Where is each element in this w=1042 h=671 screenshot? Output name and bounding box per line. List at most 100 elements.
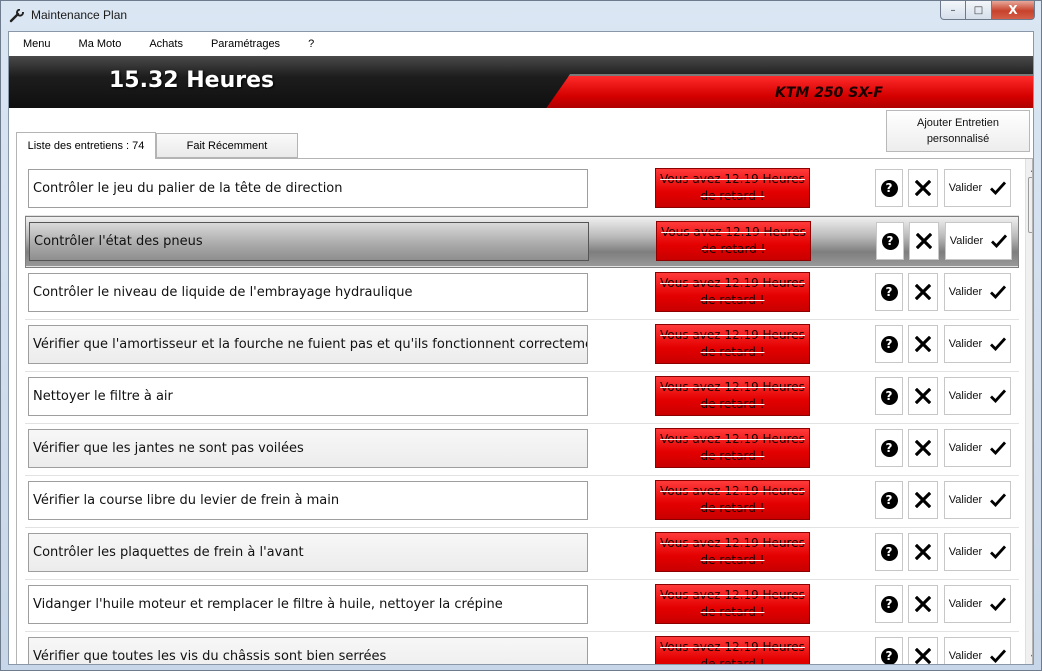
- validate-button[interactable]: Valider: [944, 377, 1011, 415]
- help-button[interactable]: ?: [875, 533, 903, 571]
- validate-button[interactable]: Valider: [944, 481, 1011, 519]
- overdue-text-line1: Vous avez 12.19 Heures: [660, 328, 805, 342]
- help-button[interactable]: ?: [875, 169, 903, 207]
- window-controls: – □ X: [940, 1, 1035, 21]
- menu-item-help[interactable]: ?: [294, 32, 328, 56]
- overdue-text-line2: de retard !: [700, 449, 765, 463]
- dismiss-button[interactable]: [908, 273, 938, 311]
- scroll-down-icon[interactable]: ▼: [1026, 649, 1032, 664]
- window-title: Maintenance Plan: [31, 8, 128, 22]
- validate-button[interactable]: Valider: [944, 585, 1011, 623]
- check-icon: [991, 234, 1008, 248]
- dismiss-button[interactable]: [908, 429, 938, 467]
- validate-label: Valider: [948, 494, 983, 506]
- overdue-text-line2: de retard !: [700, 501, 765, 515]
- scroll-up-icon[interactable]: ▲: [1026, 160, 1032, 176]
- overdue-text-line1: Vous avez 12.19 Heures: [660, 640, 805, 654]
- overdue-text-line1: Vous avez 12.19 Heures: [660, 432, 805, 446]
- table-row[interactable]: Contrôler le niveau de liquide de l'embr…: [25, 268, 1019, 320]
- check-icon: [990, 441, 1007, 455]
- overdue-text-line1: Vous avez 12.19 Heures: [660, 536, 805, 550]
- check-icon: [990, 493, 1007, 507]
- dismiss-button[interactable]: [908, 637, 938, 664]
- overdue-badge: Vous avez 12.19 Heures de retard !: [656, 221, 811, 261]
- question-icon: ?: [880, 335, 898, 353]
- validate-label: Valider: [948, 650, 983, 662]
- overdue-badge: Vous avez 12.19 Heures de retard !: [655, 376, 810, 416]
- validate-button[interactable]: Valider: [944, 169, 1011, 207]
- help-button[interactable]: ?: [876, 222, 904, 260]
- add-button-line1: Ajouter Entretien: [917, 117, 999, 129]
- help-button[interactable]: ?: [875, 585, 903, 623]
- overdue-text-line2: de retard !: [700, 345, 765, 359]
- validate-label: Valider: [948, 546, 983, 558]
- menu-item-menu[interactable]: Menu: [9, 32, 65, 56]
- tab-recently-done[interactable]: Fait Récemment: [156, 133, 298, 158]
- scroll-thumb[interactable]: [1028, 177, 1032, 233]
- menu-item-ma-moto[interactable]: Ma Moto: [65, 32, 136, 56]
- table-row[interactable]: Contrôler le jeu du palier de la tête de…: [25, 164, 1019, 216]
- dismiss-button[interactable]: [908, 585, 938, 623]
- menu-bar: Menu Ma Moto Achats Paramétrages ?: [9, 32, 1033, 56]
- dismiss-button[interactable]: [908, 533, 938, 571]
- help-button[interactable]: ?: [875, 429, 903, 467]
- app-window: Maintenance Plan – □ X Menu Ma Moto Acha…: [0, 0, 1042, 671]
- close-icon: [915, 336, 931, 352]
- help-button[interactable]: ?: [875, 481, 903, 519]
- help-button[interactable]: ?: [875, 273, 903, 311]
- table-row[interactable]: Vérifier que l'amortisseur et la fourche…: [25, 320, 1019, 372]
- help-button[interactable]: ?: [875, 325, 903, 363]
- add-custom-maintenance-button[interactable]: Ajouter Entretien personnalisé: [886, 110, 1030, 152]
- validate-button[interactable]: Valider: [944, 325, 1011, 363]
- table-row[interactable]: Vérifier que les jantes ne sont pas voil…: [25, 424, 1019, 476]
- overdue-text-line2: de retard !: [700, 397, 765, 411]
- validate-label: Valider: [948, 338, 983, 350]
- dismiss-button[interactable]: [908, 377, 938, 415]
- table-row[interactable]: Vidanger l'huile moteur et remplacer le …: [25, 580, 1019, 632]
- menu-item-parametrages[interactable]: Paramétrages: [197, 32, 294, 56]
- dismiss-button[interactable]: [909, 222, 939, 260]
- validate-label: Valider: [948, 182, 983, 194]
- question-icon: ?: [880, 595, 898, 613]
- check-icon: [990, 181, 1007, 195]
- vertical-scrollbar[interactable]: ▲ ▼: [1025, 159, 1032, 664]
- validate-button[interactable]: Valider: [944, 273, 1011, 311]
- table-row[interactable]: Nettoyer le filtre à air Vous avez 12.19 …: [25, 372, 1019, 424]
- table-row[interactable]: Vérifier la course libre du levier de fr…: [25, 476, 1019, 528]
- overdue-text-line2: de retard !: [700, 553, 765, 567]
- title-bar[interactable]: Maintenance Plan – □ X: [1, 1, 1041, 31]
- tab-maintenance-list[interactable]: Liste des entretiens : 74: [16, 132, 156, 159]
- task-label: Vidanger l'huile moteur et remplacer le …: [28, 585, 588, 624]
- question-icon: ?: [880, 179, 898, 197]
- menu-item-achats[interactable]: Achats: [135, 32, 197, 56]
- check-icon: [990, 545, 1007, 559]
- client-area: Menu Ma Moto Achats Paramétrages ? 15.32…: [8, 31, 1034, 665]
- validate-label: Valider: [948, 598, 983, 610]
- task-label: Contrôler le niveau de liquide de l'embr…: [28, 273, 588, 312]
- validate-button[interactable]: Valider: [944, 429, 1011, 467]
- table-row[interactable]: Vérifier que toutes les vis du châssis s…: [25, 632, 1019, 664]
- overdue-text-line2: de retard !: [700, 293, 765, 307]
- close-icon: [915, 544, 931, 560]
- dismiss-button[interactable]: [908, 169, 938, 207]
- dismiss-button[interactable]: [908, 325, 938, 363]
- overdue-text-line1: Vous avez 12.19 Heures: [660, 588, 805, 602]
- dismiss-button[interactable]: [908, 481, 938, 519]
- help-button[interactable]: ?: [875, 637, 903, 664]
- validate-button[interactable]: Valider: [945, 222, 1012, 260]
- question-icon: ?: [880, 283, 898, 301]
- table-row[interactable]: Contrôler l'état des pneus Vous avez 12.1…: [25, 216, 1019, 268]
- minimize-button[interactable]: –: [940, 1, 966, 20]
- help-button[interactable]: ?: [875, 377, 903, 415]
- maximize-button[interactable]: □: [966, 1, 992, 20]
- check-icon: [990, 389, 1007, 403]
- check-icon: [990, 337, 1007, 351]
- validate-button[interactable]: Valider: [944, 533, 1011, 571]
- overdue-text-line1: Vous avez 12.19 Heures: [660, 276, 805, 290]
- question-icon: ?: [880, 491, 898, 509]
- task-label: Contrôler l'état des pneus: [29, 222, 589, 261]
- table-row[interactable]: Contrôler les plaquettes de frein à l'av…: [25, 528, 1019, 580]
- validate-button[interactable]: Valider: [944, 637, 1011, 664]
- header-banner: 15.32 Heures KTM 250 SX-F: [9, 56, 1033, 108]
- close-button[interactable]: X: [992, 1, 1035, 20]
